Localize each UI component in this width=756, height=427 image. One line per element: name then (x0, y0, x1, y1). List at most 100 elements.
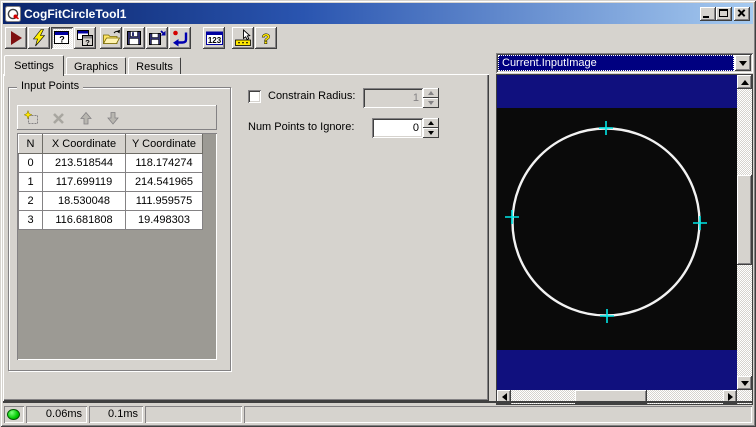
electric-run-button[interactable] (28, 27, 50, 49)
data-cell[interactable]: 111.959575 (125, 191, 203, 211)
data-cell[interactable]: 19.498303 (125, 210, 203, 230)
arrow-right-icon (727, 393, 737, 401)
maximize-icon (719, 9, 728, 17)
window-title: CogFitCircleTool1 (24, 6, 127, 21)
status-timing-1: 0.06ms (26, 406, 87, 423)
move-point-up-button[interactable] (75, 108, 97, 127)
svg-text:?: ? (59, 35, 65, 45)
constrain-radius-field: 1 (363, 88, 423, 108)
settings-tab-page: Input Points N X Coordinate Y Coordinate (3, 74, 489, 401)
data-cell[interactable]: 213.518544 (42, 153, 126, 173)
run-button[interactable] (5, 27, 27, 49)
image-display (496, 74, 753, 405)
floating-display-button[interactable]: ? (74, 27, 96, 49)
help-button[interactable]: ? (255, 27, 277, 49)
num-points-ignore-field[interactable]: 0 (372, 118, 423, 138)
numbers-icon: 123 (205, 31, 223, 45)
data-cell[interactable]: 214.541965 (125, 172, 203, 192)
divider (3, 401, 753, 403)
data-cell[interactable]: 118.174274 (125, 153, 203, 173)
svg-text:?: ? (262, 31, 271, 47)
spin-down-icon (428, 101, 434, 108)
arrow-up-icon (80, 111, 92, 124)
status-panel (145, 406, 242, 423)
row-header-cell[interactable]: 0 (18, 153, 43, 173)
maximize-button[interactable] (716, 7, 732, 21)
run-icon (11, 31, 22, 45)
add-point-button[interactable] (21, 108, 43, 127)
title-bar: CogFitCircleTool1 (3, 3, 753, 24)
app-icon[interactable] (5, 5, 21, 22)
scroll-down-button[interactable] (737, 376, 752, 390)
status-bar: 0.06ms 0.1ms (3, 405, 753, 424)
row-header-cell[interactable]: 3 (18, 210, 43, 230)
group-label: Input Points (17, 80, 84, 92)
delete-point-button[interactable] (48, 108, 70, 127)
minimize-button[interactable] (700, 7, 716, 21)
column-header[interactable]: X Coordinate (42, 134, 126, 154)
data-cell[interactable]: 117.699119 (42, 172, 126, 192)
main-toolbar: ? ? 123 ? (3, 26, 753, 51)
app-window: CogFitCircleTool1 ? ? 123 ? Settings Gra… (0, 0, 756, 427)
scroll-up-button[interactable] (737, 75, 752, 89)
number-display-button[interactable]: 123 (203, 27, 225, 49)
input-points-group: Input Points N X Coordinate Y Coordinate (8, 80, 231, 371)
delete-x-icon (53, 112, 64, 124)
points-table: N X Coordinate Y Coordinate 0 213.518544 1… (18, 134, 203, 230)
image-source-combo[interactable]: Current.InputImage (496, 53, 753, 73)
floating-window-icon: ? (77, 30, 93, 47)
spin-down-icon (428, 131, 434, 138)
move-point-down-button[interactable] (102, 108, 124, 127)
save-results-button[interactable] (146, 27, 168, 49)
arrow-down-icon (740, 380, 749, 390)
input-image-view[interactable] (497, 75, 737, 390)
status-panel (244, 406, 752, 423)
row-header-cell[interactable]: 1 (18, 172, 43, 192)
minimize-icon (703, 16, 709, 18)
constrain-radius-label: Constrain Radius: (268, 90, 356, 102)
points-grid: N X Coordinate Y Coordinate 0 213.518544 1… (17, 133, 217, 360)
column-header[interactable]: Y Coordinate (125, 134, 203, 154)
floppy-arrow-icon (149, 30, 166, 45)
chevron-down-icon (739, 60, 747, 70)
tab-strip: Settings Graphics Results (3, 55, 489, 76)
tool-window-icon: ? (54, 31, 69, 45)
constrain-radius-checkbox[interactable] (248, 90, 261, 103)
save-file-button[interactable] (123, 27, 145, 49)
table-row[interactable]: 2 18.530048 111.959575 (18, 191, 203, 211)
arrow-left-icon (498, 393, 507, 401)
svg-text:123: 123 (207, 36, 221, 45)
tool-display-button[interactable]: ? (51, 27, 73, 49)
column-header[interactable]: N (18, 134, 43, 154)
reset-button[interactable] (169, 27, 191, 49)
header-row: N X Coordinate Y Coordinate (18, 134, 203, 154)
table-row[interactable]: 1 117.699119 214.541965 (18, 172, 203, 192)
close-button[interactable] (734, 7, 750, 21)
combo-selected-value[interactable]: Current.InputImage (498, 55, 734, 71)
constrain-radius-spinner (423, 88, 439, 108)
arrow-up-icon (740, 76, 749, 85)
status-timing-2: 0.1ms (89, 406, 143, 423)
open-file-button[interactable] (100, 27, 122, 49)
vertical-scroll-thumb[interactable] (737, 175, 752, 265)
data-cell[interactable]: 116.681808 (42, 210, 126, 230)
table-row[interactable]: 0 213.518544 118.174274 (18, 153, 203, 173)
add-point-icon (24, 109, 38, 124)
spin-up-button[interactable] (423, 118, 439, 128)
floppy-icon (127, 31, 141, 45)
lightning-icon (32, 29, 46, 47)
svg-text:?: ? (85, 38, 90, 47)
position-tool-button[interactable] (232, 27, 254, 49)
table-row[interactable]: 3 116.681808 19.498303 (18, 210, 203, 230)
arrow-down-icon (107, 111, 119, 125)
tab-settings[interactable]: Settings (4, 55, 64, 76)
spin-down-button[interactable] (423, 128, 439, 138)
row-header-cell[interactable]: 2 (18, 191, 43, 211)
help-icon: ? (261, 30, 271, 47)
vertical-scrollbar[interactable] (737, 75, 752, 390)
spin-up-button (423, 88, 439, 98)
open-folder-icon (102, 29, 120, 44)
data-cell[interactable]: 18.530048 (42, 191, 126, 211)
combo-dropdown-button[interactable] (735, 55, 751, 71)
status-panel (4, 406, 24, 423)
